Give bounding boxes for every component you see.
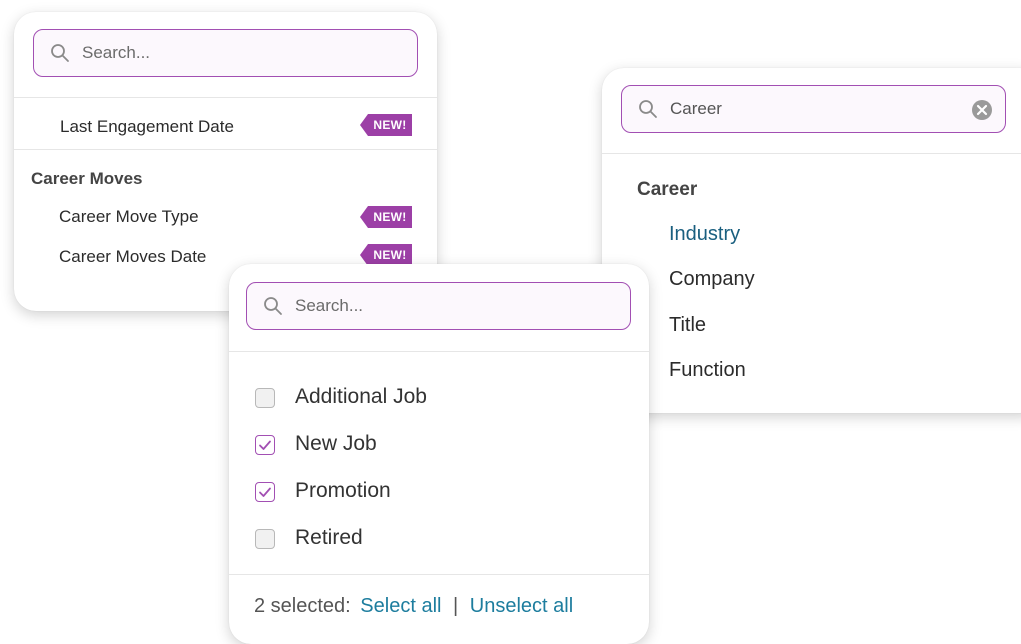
- check-icon: [259, 440, 271, 450]
- list-item-label: Career Move Type: [59, 207, 199, 226]
- divider: [14, 149, 437, 150]
- divider: [229, 574, 649, 575]
- list-item-career-move-type[interactable]: Career Move Type: [59, 207, 199, 227]
- separator: |: [453, 595, 459, 617]
- option-label-retired[interactable]: Retired: [295, 526, 363, 550]
- search-input[interactable]: Search...: [33, 29, 418, 77]
- search-icon: [51, 44, 69, 62]
- check-icon: [259, 487, 271, 497]
- search-input[interactable]: Career: [621, 85, 1006, 133]
- list-item-function[interactable]: Function: [669, 359, 746, 382]
- checkbox-promotion[interactable]: [255, 482, 275, 502]
- option-label-additional-job[interactable]: Additional Job: [295, 385, 427, 409]
- checkbox-retired[interactable]: [255, 529, 275, 549]
- group-label-career-moves: Career Moves: [31, 169, 143, 188]
- search-placeholder: Search...: [82, 43, 151, 62]
- search-value: Career: [670, 99, 722, 118]
- list-item-last-engagement-date[interactable]: Last Engagement Date: [60, 117, 234, 137]
- new-badge: NEW!: [360, 244, 412, 266]
- list-item-label: Last Engagement Date: [60, 117, 234, 136]
- clear-icon[interactable]: [971, 99, 993, 121]
- group-label-career: Career: [637, 179, 698, 200]
- divider: [602, 153, 1021, 154]
- checkbox-additional-job[interactable]: [255, 388, 275, 408]
- list-item-label: Career Moves Date: [59, 247, 207, 266]
- checkbox-new-job[interactable]: [255, 435, 275, 455]
- list-item-company[interactable]: Company: [669, 268, 755, 291]
- new-badge: NEW!: [360, 206, 412, 228]
- search-icon: [264, 297, 282, 315]
- panel-right: Career Career Industry Company Title Fun…: [602, 68, 1021, 413]
- option-label-promotion[interactable]: Promotion: [295, 479, 391, 503]
- selected-count: 2 selected:: [254, 595, 351, 617]
- selection-footer: 2 selected: Select all | Unselect all: [254, 595, 573, 618]
- search-placeholder: Search...: [295, 296, 364, 315]
- new-badge: NEW!: [360, 114, 412, 136]
- search-input[interactable]: Search...: [246, 282, 631, 330]
- select-all-link[interactable]: Select all: [360, 595, 441, 617]
- list-item-title[interactable]: Title: [669, 314, 706, 337]
- unselect-all-link[interactable]: Unselect all: [470, 595, 573, 617]
- search-icon: [639, 100, 657, 118]
- divider: [14, 97, 437, 98]
- list-item-industry[interactable]: Industry: [669, 223, 740, 246]
- list-item-career-moves-date[interactable]: Career Moves Date: [59, 247, 206, 267]
- panel-middle: Search... Additional Job New Job Promoti…: [229, 264, 649, 644]
- option-label-new-job[interactable]: New Job: [295, 432, 377, 456]
- divider: [229, 351, 649, 352]
